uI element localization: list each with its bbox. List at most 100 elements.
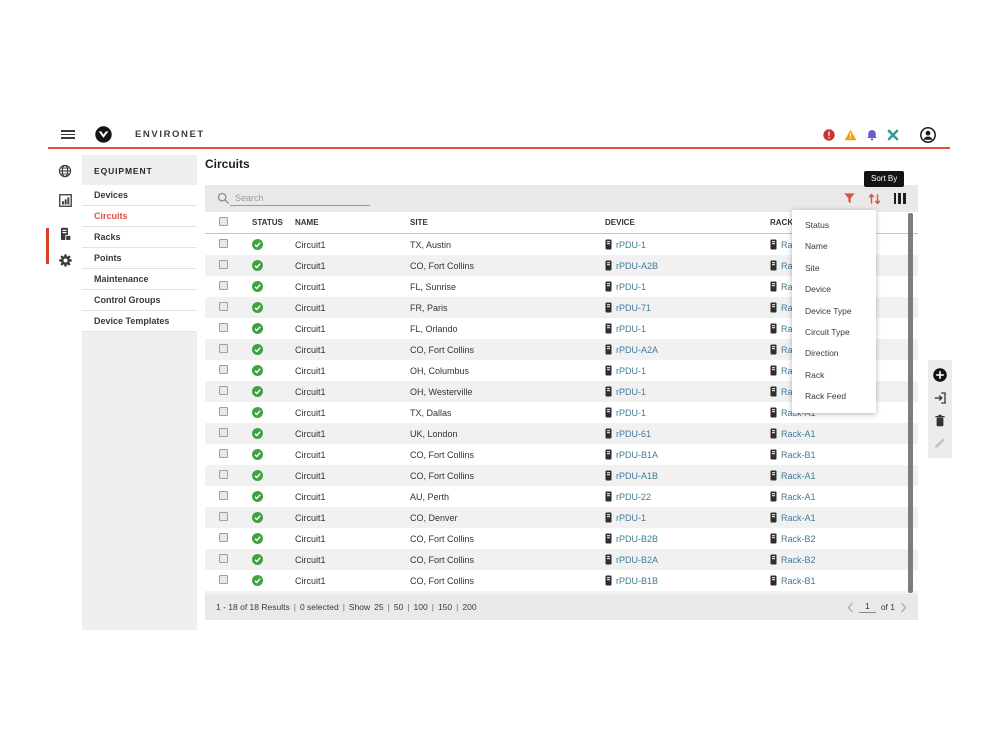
page-number-input[interactable]: 1 — [859, 601, 876, 613]
row-checkbox[interactable] — [219, 344, 228, 353]
table-row[interactable]: Circuit1 CO, Fort Collins rPDU-B1B Rack-… — [205, 570, 918, 591]
table-scrollbar[interactable] — [908, 213, 913, 593]
row-checkbox[interactable] — [219, 449, 228, 458]
table-row[interactable]: Circuit1 CO, Fort Collins rPDU-B2A Rack-… — [205, 549, 918, 570]
rack-link[interactable]: Rack-B2 — [781, 534, 816, 544]
device-link[interactable]: rPDU-A2A — [616, 345, 658, 355]
sidebar-menu-item[interactable]: Circuits — [82, 206, 197, 227]
sort-menu-item[interactable]: Rack Feed — [792, 386, 876, 407]
device-link[interactable]: rPDU-1 — [616, 513, 646, 523]
equipment-menu: Devices Circuits Racks Points Maintenanc… — [82, 185, 197, 332]
device-link[interactable]: rPDU-B1A — [616, 450, 658, 460]
status-ok-icon — [252, 323, 287, 334]
table-row[interactable]: Circuit1 CO, Fort Collins rPDU-B2B Rack-… — [205, 528, 918, 549]
table-row[interactable]: Circuit1 CO, Fort Collins rPDU-A1B Rack-… — [205, 465, 918, 486]
table-row[interactable]: Circuit1 UK, London rPDU-61 Rack-A1 — [205, 423, 918, 444]
column-header-name[interactable]: NAME — [287, 218, 399, 227]
sort-menu-item[interactable]: Device Type — [792, 301, 876, 322]
column-header-site[interactable]: SITE — [399, 218, 595, 227]
device-link[interactable]: rPDU-1 — [616, 324, 646, 334]
notifications-icon[interactable] — [866, 129, 878, 141]
rack-link[interactable]: Rack-A1 — [781, 429, 816, 439]
move-to-button[interactable] — [934, 392, 946, 404]
device-link[interactable]: rPDU-1 — [616, 282, 646, 292]
rack-link[interactable]: Rack-A1 — [781, 513, 816, 523]
filter-icon[interactable] — [844, 193, 855, 204]
rack-link[interactable]: Rack-B1 — [781, 576, 816, 586]
sidebar-menu-item[interactable]: Devices — [82, 185, 197, 206]
sort-menu-item[interactable]: Site — [792, 258, 876, 279]
page-size-option[interactable]: 150 — [438, 602, 452, 612]
globe-icon[interactable] — [58, 164, 72, 178]
device-link[interactable]: rPDU-B2A — [616, 555, 658, 565]
device-link[interactable]: rPDU-A1B — [616, 471, 658, 481]
row-checkbox[interactable] — [219, 554, 228, 563]
prev-page-icon[interactable] — [847, 602, 854, 613]
row-checkbox[interactable] — [219, 323, 228, 332]
circuit-name: Circuit1 — [287, 429, 399, 439]
rack-link[interactable]: Rack-B2 — [781, 555, 816, 565]
settings-gear-icon[interactable] — [59, 254, 72, 267]
row-checkbox[interactable] — [219, 533, 228, 542]
rack-link[interactable]: Rack-A1 — [781, 492, 816, 502]
maintenance-tools-icon[interactable] — [887, 129, 899, 141]
device-link[interactable]: rPDU-A2B — [616, 261, 658, 271]
reports-chart-icon[interactable] — [59, 194, 72, 207]
hamburger-menu-icon[interactable] — [61, 128, 75, 141]
device-link[interactable]: rPDU-1 — [616, 366, 646, 376]
sort-menu-item[interactable]: Circuit Type — [792, 322, 876, 343]
column-header-status[interactable]: STATUS — [235, 218, 287, 227]
device-link[interactable]: rPDU-1 — [616, 408, 646, 418]
sort-icon[interactable] — [868, 193, 881, 205]
sort-menu-item[interactable]: Name — [792, 236, 876, 257]
search-input[interactable] — [230, 191, 370, 206]
row-checkbox[interactable] — [219, 365, 228, 374]
device-link[interactable]: rPDU-B2B — [616, 534, 658, 544]
row-checkbox[interactable] — [219, 260, 228, 269]
sidebar-menu-item[interactable]: Control Groups — [82, 290, 197, 311]
rack-link[interactable]: Rack-A1 — [781, 471, 816, 481]
row-checkbox[interactable] — [219, 512, 228, 521]
row-checkbox[interactable] — [219, 470, 228, 479]
sidebar-menu-item[interactable]: Points — [82, 248, 197, 269]
device-link[interactable]: rPDU-22 — [616, 492, 651, 502]
next-page-icon[interactable] — [900, 602, 907, 613]
add-button[interactable] — [933, 368, 947, 382]
row-checkbox[interactable] — [219, 302, 228, 311]
columns-icon[interactable] — [894, 193, 906, 204]
critical-alarm-icon[interactable] — [823, 129, 835, 141]
page-size-option[interactable]: 50 — [394, 602, 403, 612]
sort-menu-item[interactable]: Rack — [792, 365, 876, 386]
device-link[interactable]: rPDU-71 — [616, 303, 651, 313]
sort-menu-item[interactable]: Direction — [792, 343, 876, 364]
row-checkbox[interactable] — [219, 575, 228, 584]
device-link[interactable]: rPDU-1 — [616, 240, 646, 250]
row-checkbox[interactable] — [219, 407, 228, 416]
row-checkbox[interactable] — [219, 281, 228, 290]
sidebar-menu-item[interactable]: Maintenance — [82, 269, 197, 290]
warning-alarm-icon[interactable] — [844, 129, 857, 141]
row-checkbox[interactable] — [219, 428, 228, 437]
sort-menu-item[interactable]: Status — [792, 215, 876, 236]
device-link[interactable]: rPDU-61 — [616, 429, 651, 439]
device-link[interactable]: rPDU-1 — [616, 387, 646, 397]
equipment-icon[interactable] — [59, 227, 71, 241]
sidebar-menu-item[interactable]: Device Templates — [82, 311, 197, 332]
sidebar-menu-item[interactable]: Racks — [82, 227, 197, 248]
select-all-checkbox[interactable] — [219, 217, 228, 226]
column-header-device[interactable]: DEVICE — [595, 218, 760, 227]
row-checkbox[interactable] — [219, 386, 228, 395]
page-size-option[interactable]: 25 — [374, 602, 383, 612]
table-row[interactable]: Circuit1 AU, Perth rPDU-22 Rack-A1 — [205, 486, 918, 507]
sort-menu-item[interactable]: Device — [792, 279, 876, 300]
page-size-option[interactable]: 200 — [462, 602, 476, 612]
rack-link[interactable]: Rack-B1 — [781, 450, 816, 460]
row-checkbox[interactable] — [219, 239, 228, 248]
page-size-option[interactable]: 100 — [414, 602, 428, 612]
table-row[interactable]: Circuit1 CO, Fort Collins rPDU-B1A Rack-… — [205, 444, 918, 465]
user-account-icon[interactable] — [920, 127, 936, 143]
table-row[interactable]: Circuit1 CO, Denver rPDU-1 Rack-A1 — [205, 507, 918, 528]
delete-trash-icon[interactable] — [934, 414, 946, 427]
row-checkbox[interactable] — [219, 491, 228, 500]
device-link[interactable]: rPDU-B1B — [616, 576, 658, 586]
